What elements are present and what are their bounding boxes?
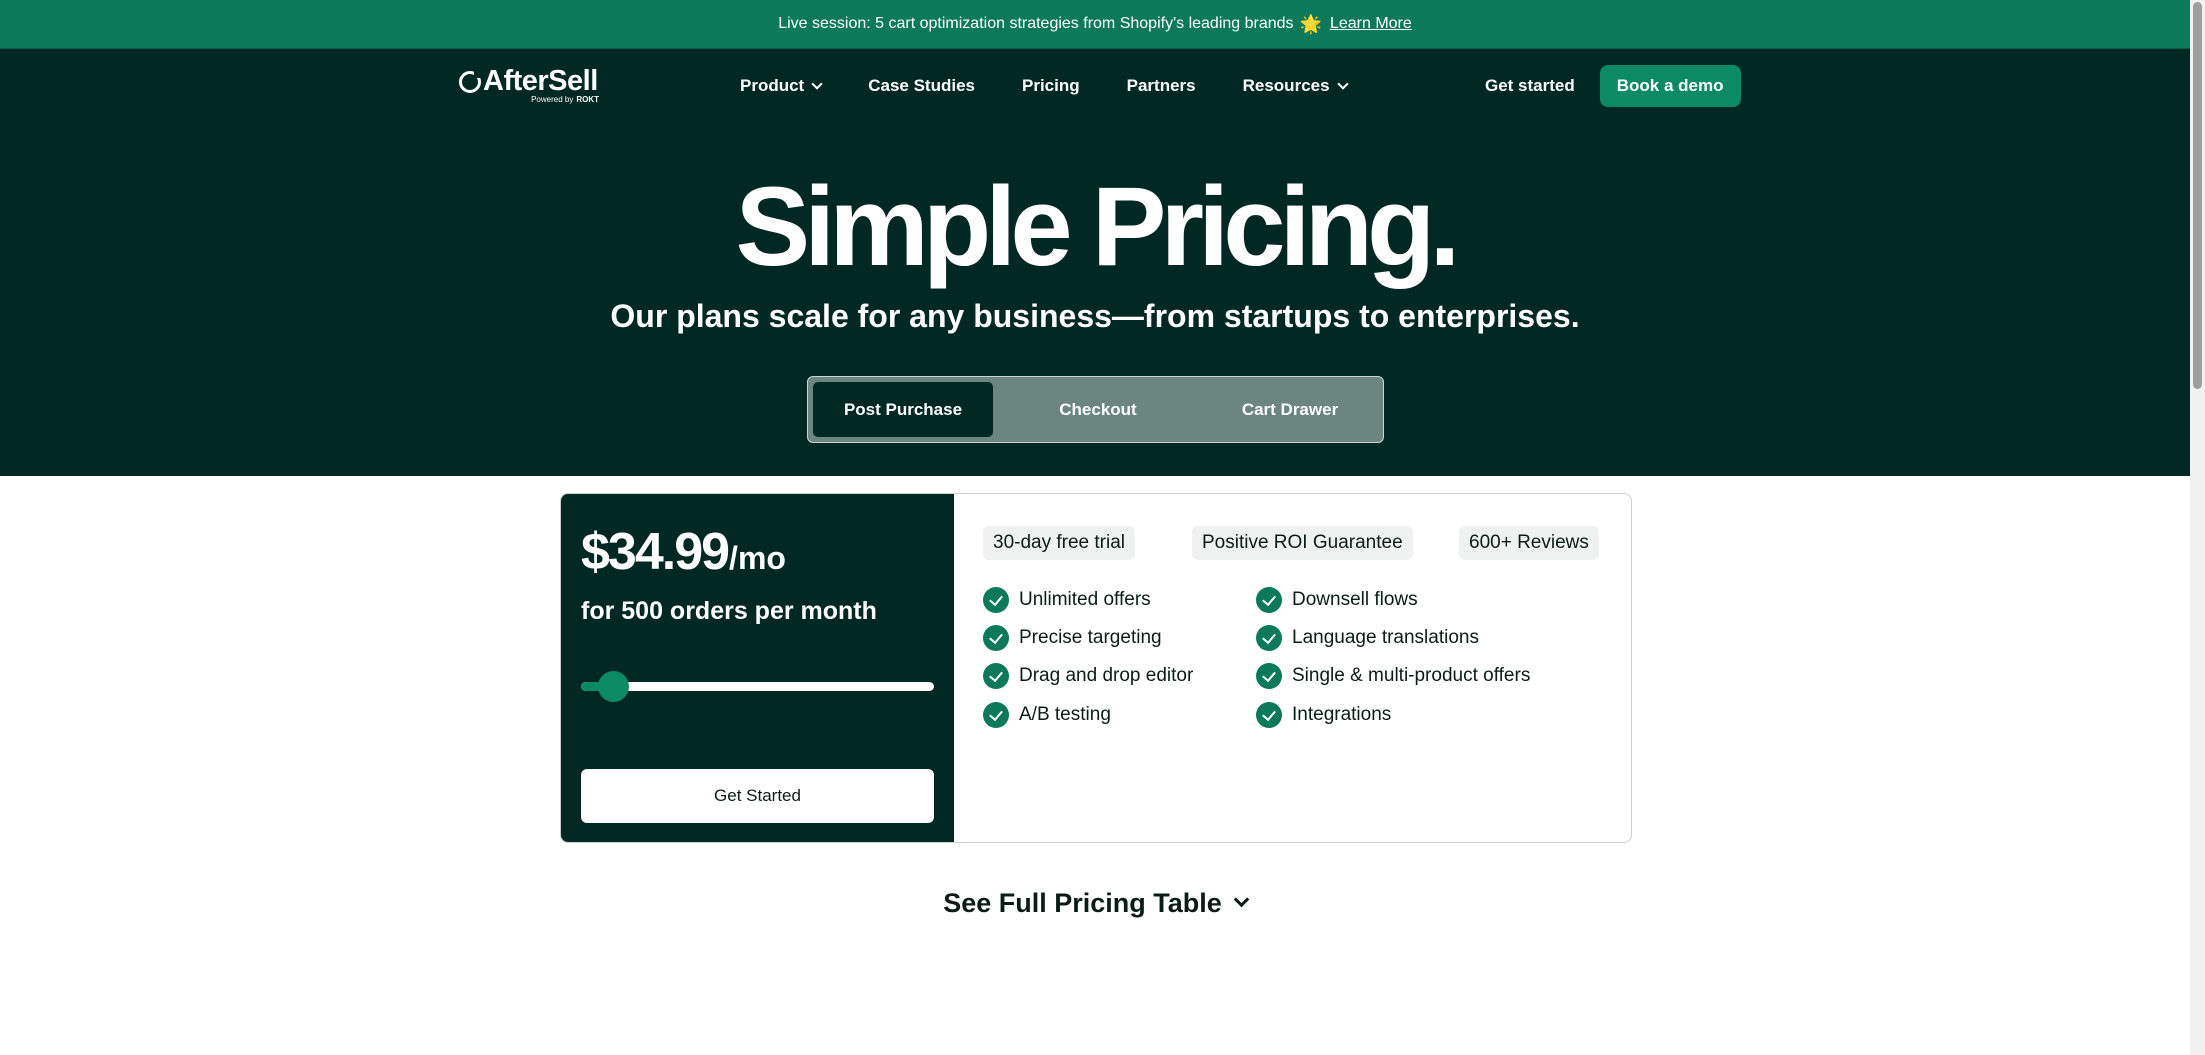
nav-links: Product Case Studies Pricing Partners Re… <box>740 49 1394 123</box>
check-icon <box>983 587 1009 613</box>
announcement-text: Live session: 5 cart optimization strate… <box>778 15 1294 32</box>
page-subtitle: Our plans scale for any business—from st… <box>610 298 1580 334</box>
check-icon <box>983 625 1009 651</box>
nav-item-label: Case Studies <box>868 76 975 95</box>
powered-by-text: Powered by <box>531 95 574 104</box>
announcement-bar: Live session: 5 cart optimization strate… <box>0 0 2190 49</box>
check-icon <box>1256 663 1282 689</box>
product-tabs: Post Purchase Checkout Cart Drawer <box>807 376 1384 443</box>
pricing-card-right: 30-day free trial Positive ROI Guarantee… <box>954 494 1631 842</box>
feature-label: Precise targeting <box>1019 627 1162 648</box>
check-icon <box>983 702 1009 728</box>
partner-name: ROKT <box>576 95 599 104</box>
feature-item: Precise targeting <box>983 625 1162 651</box>
pricing-card: $34.99 /mo for 500 orders per month Get … <box>560 493 1632 843</box>
feature-item: Downsell flows <box>1256 587 1418 613</box>
feature-label: Downsell flows <box>1292 589 1418 610</box>
nav-item-partners[interactable]: Partners <box>1127 76 1196 96</box>
badge-reviews: 600+ Reviews <box>1459 526 1599 560</box>
price-period: /mo <box>729 540 786 576</box>
page-scrollbar[interactable] <box>2190 0 2205 1055</box>
check-icon <box>983 663 1009 689</box>
feature-label: Drag and drop editor <box>1019 665 1194 686</box>
aftersell-logo[interactable]: AfterSell Powered by ROKT <box>459 65 599 105</box>
logo-mark-icon <box>459 69 482 93</box>
nav-item-resources[interactable]: Resources <box>1242 76 1349 96</box>
chevron-down-icon <box>1233 891 1250 908</box>
tab-cart-drawer[interactable]: Cart Drawer <box>1200 382 1380 437</box>
powered-by: Powered by ROKT <box>531 95 599 104</box>
chevron-down-icon <box>1336 77 1349 90</box>
feature-label: A/B testing <box>1019 704 1111 725</box>
page: Live session: 5 cart optimization strate… <box>0 0 2190 1055</box>
feature-label: Integrations <box>1292 704 1392 725</box>
top-nav: AfterSell Powered by ROKT Product Case St… <box>0 49 2190 123</box>
see-full-pricing-table[interactable]: See Full Pricing Table <box>0 888 2190 919</box>
get-started-button[interactable]: Get Started <box>581 769 934 823</box>
tab-post-purchase[interactable]: Post Purchase <box>813 382 993 437</box>
feature-item: Drag and drop editor <box>983 663 1193 689</box>
nav-item-product[interactable]: Product <box>740 76 823 96</box>
learn-more-link[interactable]: Learn More <box>1330 15 1412 33</box>
orders-label: for 500 orders per month <box>581 597 877 625</box>
slider-handle[interactable] <box>598 671 629 702</box>
nav-item-label: Pricing <box>1022 76 1080 95</box>
logo-wordmark: AfterSell <box>459 65 598 98</box>
pricing-card-left: $34.99 /mo for 500 orders per month Get … <box>561 494 954 842</box>
star-icon: 🌟 <box>1299 13 1322 34</box>
nav-actions: Get started Book a demo <box>1485 65 1741 107</box>
check-icon <box>1256 625 1282 651</box>
check-icon <box>1256 587 1282 613</box>
feature-item: Unlimited offers <box>983 587 1151 613</box>
get-started-link[interactable]: Get started <box>1485 76 1575 96</box>
page-title: Simple Pricing. <box>735 164 1460 289</box>
feature-label: Language translations <box>1292 627 1479 648</box>
nav-item-label: Resources <box>1242 76 1330 95</box>
price-amount: $34.99 <box>581 523 730 581</box>
feature-item: Integrations <box>1256 702 1391 728</box>
feature-label: Unlimited offers <box>1019 589 1151 610</box>
badge-roi-guarantee: Positive ROI Guarantee <box>1192 526 1413 560</box>
slider-track[interactable] <box>581 682 934 691</box>
nav-item-pricing[interactable]: Pricing <box>1022 76 1080 96</box>
nav-item-case-studies[interactable]: Case Studies <box>868 76 975 96</box>
brand-name: AfterSell <box>483 65 598 97</box>
tab-checkout[interactable]: Checkout <box>1008 382 1188 437</box>
nav-item-label: Partners <box>1126 76 1196 95</box>
feature-item: Single & multi-product offers <box>1256 663 1530 689</box>
orders-slider[interactable] <box>581 671 934 702</box>
scrollbar-thumb[interactable] <box>2193 2 2202 389</box>
hero-section: AfterSell Powered by ROKT Product Case St… <box>0 49 2190 476</box>
full-table-label: See Full Pricing Table <box>943 888 1222 918</box>
book-demo-button[interactable]: Book a demo <box>1599 65 1741 107</box>
feature-item: A/B testing <box>983 702 1111 728</box>
badge-free-trial: 30-day free trial <box>983 526 1136 560</box>
chevron-down-icon <box>811 77 823 90</box>
price: $34.99 /mo <box>581 522 786 582</box>
feature-item: Language translations <box>1256 625 1479 651</box>
check-icon <box>1256 702 1282 728</box>
feature-label: Single & multi-product offers <box>1292 665 1531 686</box>
nav-item-label: Product <box>740 76 805 95</box>
